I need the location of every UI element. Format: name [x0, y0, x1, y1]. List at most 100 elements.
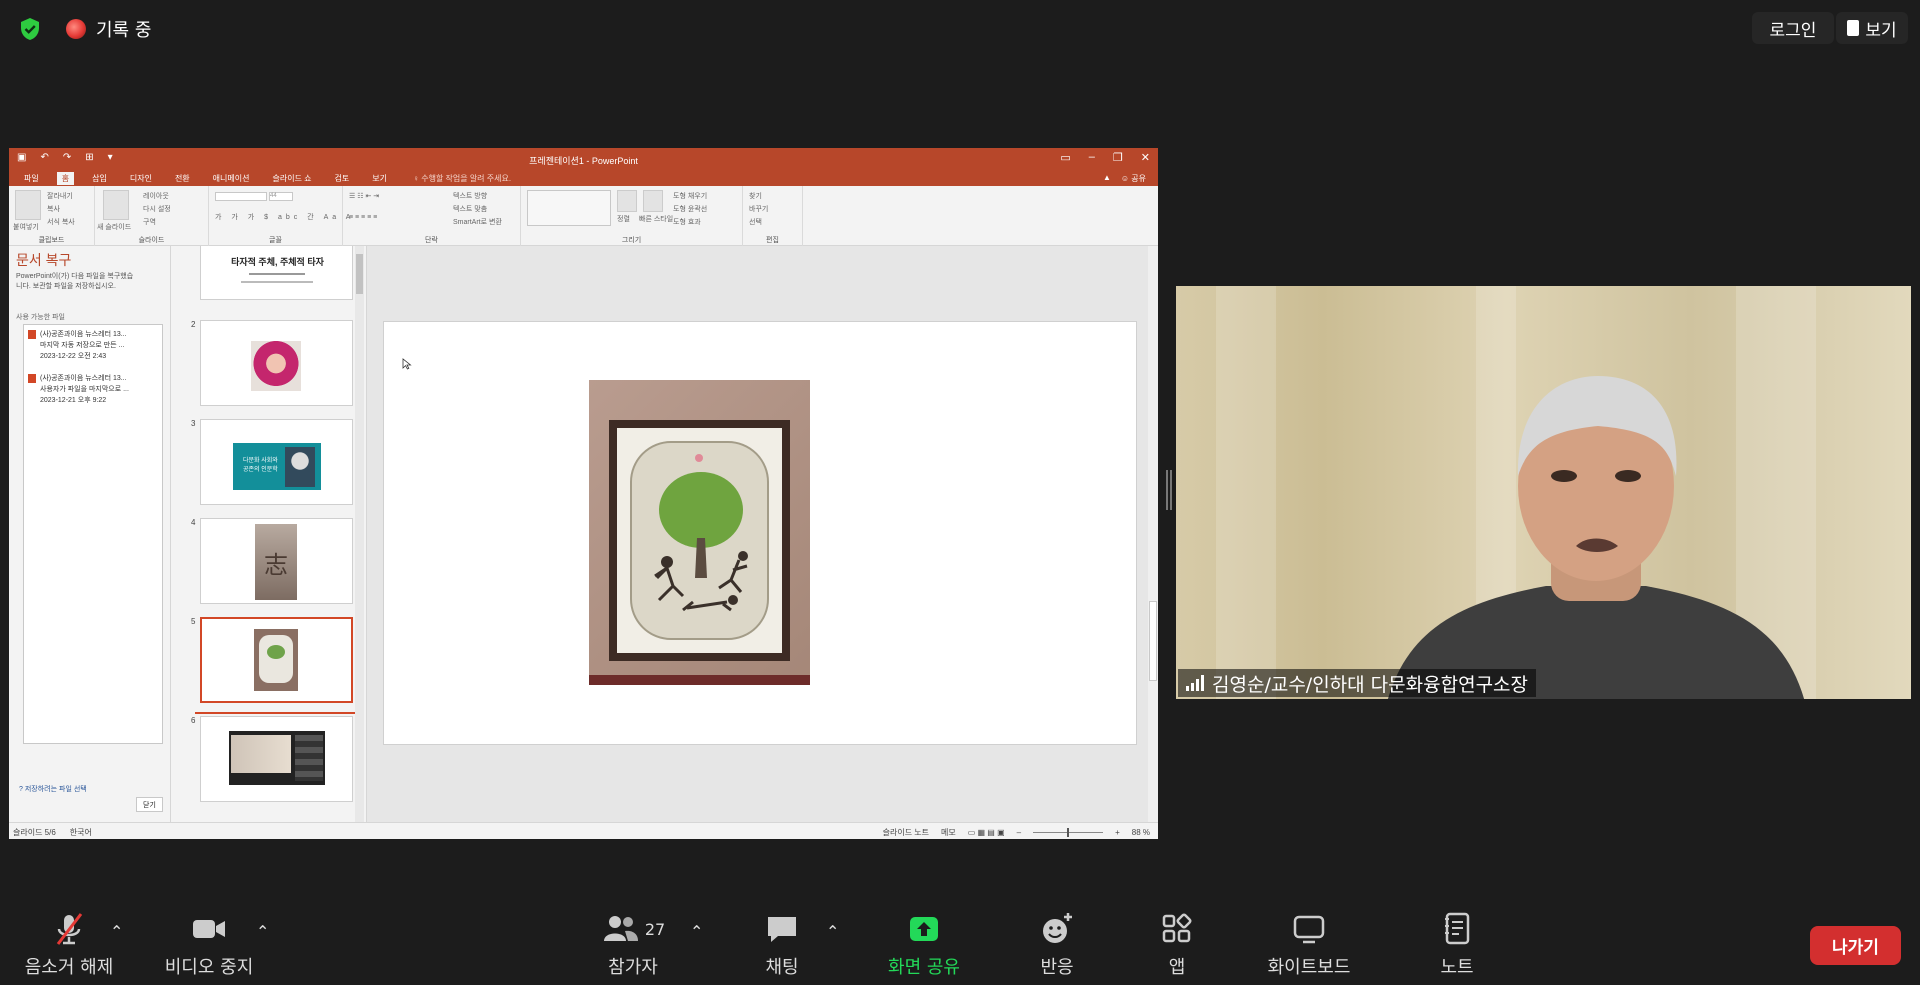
participant-name: 김영순/교수/인하대 다문화융합연구소장 — [1212, 673, 1529, 696]
recording-indicator[interactable]: 기록 중 — [66, 16, 151, 42]
zoom-in-icon[interactable]: + — [1115, 828, 1120, 837]
recovered-file-item[interactable]: (사)공존과이음 뉴스레터 13... 사용자가 파일을 마지막으로 ... 2… — [28, 373, 158, 406]
share-screen-button[interactable]: 화면 공유 — [880, 908, 968, 985]
editor-scroll-thumb[interactable] — [1149, 601, 1157, 681]
zoom-slider-thumb[interactable] — [1067, 828, 1070, 837]
replace-button[interactable]: 바꾸기 — [749, 204, 768, 214]
find-button[interactable]: 찾기 — [749, 191, 762, 201]
font-style-buttons[interactable]: 가 가 가 $ abc 간 Aa A — [215, 212, 354, 222]
reset-button[interactable]: 다시 설정 — [143, 204, 171, 214]
tab-animations[interactable]: 애니메이션 — [208, 172, 255, 185]
panel-resize-handle[interactable] — [1166, 470, 1172, 510]
thumbnail-3-banner: 다문화 사회와 공존의 인문학 — [233, 443, 321, 490]
audio-options-chevron-icon[interactable]: ⌃ — [110, 922, 123, 941]
login-label: 로그인 — [1769, 20, 1817, 41]
arrange-icon[interactable] — [617, 190, 637, 212]
slide-thumbnail-1[interactable]: 타자적 주체, 주체적 타자 — [200, 246, 353, 300]
participants-button[interactable]: 27 참가자 — [583, 908, 683, 985]
paste-label[interactable]: 붙여넣기 — [13, 222, 39, 232]
view-button[interactable]: 보기 — [1836, 12, 1908, 44]
file-name: (사)공존과이음 뉴스레터 13... — [40, 331, 127, 338]
slide-thumbnail-4[interactable]: 志 — [200, 518, 353, 604]
tell-me-search[interactable]: ♀ 수행할 작업을 알려 주세요. — [413, 173, 511, 184]
section-button[interactable]: 구역 — [143, 217, 156, 227]
new-slide-icon[interactable] — [103, 190, 129, 220]
tab-review[interactable]: 검토 — [330, 172, 355, 185]
thumbnails-scrollbar[interactable] — [355, 246, 364, 822]
close-icon[interactable]: ✕ — [1141, 151, 1150, 164]
minimize-icon[interactable]: – — [1089, 151, 1095, 164]
leave-meeting-button[interactable]: 나가기 — [1810, 926, 1901, 965]
participants-options-chevron-icon[interactable]: ⌃ — [690, 922, 703, 941]
font-name-box[interactable] — [215, 192, 267, 201]
pptx-file-icon — [28, 374, 36, 383]
shapes-gallery[interactable] — [527, 190, 611, 226]
ribbon-display-icon[interactable]: ▭ — [1060, 151, 1070, 164]
arrange-label[interactable]: 정렬 — [617, 214, 630, 224]
stop-video-button[interactable]: 비디오 중지 — [160, 908, 258, 985]
tab-file[interactable]: 파일 — [19, 172, 44, 185]
unmute-button[interactable]: 음소거 해제 — [20, 908, 118, 985]
share-ppt-button[interactable]: ☺ 공유 — [1121, 173, 1146, 184]
align-buttons[interactable]: ≡ ≡ ≡ ≡ ≡ — [349, 214, 377, 221]
slide-thumbnail-2[interactable] — [200, 320, 353, 406]
language-indicator[interactable]: 한국어 — [70, 827, 92, 838]
tab-design[interactable]: 디자인 — [125, 172, 157, 185]
tab-slideshow[interactable]: 슬라이드 쇼 — [267, 172, 316, 185]
group-font: 44 가 가 가 $ abc 간 Aa A 글꼴 — [209, 186, 350, 246]
zoom-out-icon[interactable]: – — [1017, 828, 1021, 837]
select-file-link[interactable]: ? 저장하려는 파일 선택 — [19, 784, 87, 794]
cut-button[interactable]: 잘라내기 — [47, 191, 73, 201]
notes-button[interactable]: 슬라이드 노트 — [883, 827, 929, 838]
shape-effects-button[interactable]: 도형 효과 — [673, 217, 701, 227]
copy-button[interactable]: 복사 — [47, 204, 60, 214]
tab-insert[interactable]: 삽입 — [87, 172, 112, 185]
list-buttons[interactable]: ☰ ☷ ⇤ ⇥ — [349, 192, 379, 200]
share-screen-label: 화면 공유 — [888, 957, 960, 978]
group-clipboard-label: 클립보드 — [38, 237, 65, 244]
layout-button[interactable]: 레이아웃 — [143, 191, 169, 201]
format-painter-button[interactable]: 서식 복사 — [47, 217, 75, 227]
tab-view[interactable]: 보기 — [367, 172, 392, 185]
current-slide[interactable] — [383, 321, 1137, 745]
chat-button[interactable]: 채팅 — [752, 908, 812, 985]
paste-icon[interactable] — [15, 190, 41, 220]
video-options-chevron-icon[interactable]: ⌃ — [256, 922, 269, 941]
font-size-box[interactable]: 44 — [269, 192, 293, 201]
login-button[interactable]: 로그인 — [1752, 12, 1834, 44]
shape-fill-button[interactable]: 도형 채우기 — [673, 191, 707, 201]
thumbnail-1-title: 타자적 주체, 주체적 타자 — [231, 257, 324, 267]
warning-icon[interactable]: ▲ — [1103, 173, 1111, 184]
slide-thumbnail-5-selected[interactable] — [200, 617, 353, 703]
quick-styles-icon[interactable] — [643, 190, 663, 212]
new-slide-label[interactable]: 새 슬라이드 — [97, 222, 131, 232]
recovered-file-item[interactable]: (사)공존과이음 뉴스레터 13... 마지막 자동 저장으로 만든 ... 2… — [28, 329, 158, 362]
restore-icon[interactable]: ❐ — [1113, 151, 1123, 164]
apps-button[interactable]: 앱 — [1160, 908, 1194, 985]
thumbnails-scroll-thumb[interactable] — [356, 254, 363, 294]
select-button[interactable]: 선택 — [749, 217, 762, 227]
shared-screen-powerpoint[interactable]: ▣ ↶ ↷ ⊞ ▾ 프레젠테이션1 - PowerPoint ▭ – ❐ ✕ 파… — [9, 148, 1158, 839]
quick-styles-label[interactable]: 빠른 스타일 — [639, 214, 673, 224]
thumbnail-3-caption-line: 공존의 인문학 — [243, 467, 278, 473]
smartart-button[interactable]: SmartArt로 변환 — [453, 217, 502, 227]
view-mode-buttons[interactable]: ▭ ▦ ▤ ▣ — [968, 828, 1005, 837]
text-direction-button[interactable]: 텍스트 방향 — [453, 191, 487, 201]
chat-options-chevron-icon[interactable]: ⌃ — [826, 922, 839, 941]
tab-transitions[interactable]: 전환 — [170, 172, 195, 185]
slide-thumbnail-6[interactable] — [200, 716, 353, 802]
align-text-button[interactable]: 텍스트 맞춤 — [453, 204, 487, 214]
slide-thumbnail-3[interactable]: 다문화 사회와 공존의 인문학 — [200, 419, 353, 505]
shape-outline-button[interactable]: 도형 윤곽선 — [673, 204, 707, 214]
participant-video[interactable]: 김영순/교수/인하대 다문화융합연구소장 — [1176, 286, 1911, 699]
whiteboard-button[interactable]: 화이트보드 — [1262, 908, 1356, 985]
security-shield-icon[interactable] — [18, 17, 42, 41]
zoom-slider[interactable] — [1033, 828, 1104, 837]
reactions-button[interactable]: 반응 — [1032, 908, 1082, 985]
zoom-level[interactable]: 88 % — [1132, 828, 1150, 837]
editor-scrollbar[interactable] — [1148, 246, 1158, 822]
notes-button[interactable]: 노트 — [1436, 908, 1478, 985]
tab-home[interactable]: 홈 — [56, 171, 75, 185]
comments-button[interactable]: 메모 — [941, 827, 956, 838]
recovery-close-button[interactable]: 닫기 — [136, 797, 163, 812]
